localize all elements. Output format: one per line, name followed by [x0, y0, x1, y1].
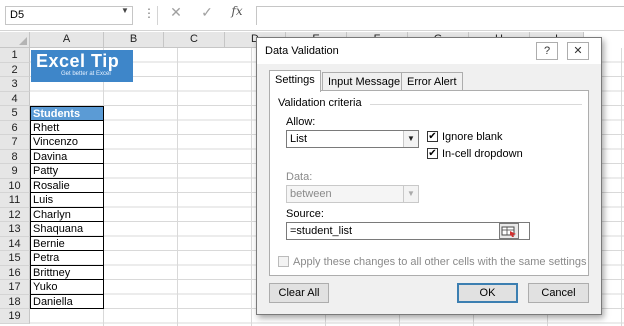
- excel-tip-logo: Excel Tip Get better at Excel: [31, 50, 133, 82]
- more-options-icon[interactable]: ⋮: [143, 6, 155, 20]
- chevron-down-icon[interactable]: ▼: [403, 131, 418, 147]
- data-label: Data:: [286, 171, 313, 183]
- ignore-blank-label[interactable]: Ignore blank: [442, 131, 503, 143]
- group-divider: [370, 104, 582, 105]
- row-header-5[interactable]: 5: [0, 106, 30, 121]
- in-cell-dropdown-label[interactable]: In-cell dropdown: [442, 148, 523, 160]
- ignore-blank-checkbox[interactable]: ✔: [427, 131, 438, 142]
- row-header-1[interactable]: 1: [0, 48, 30, 63]
- help-button[interactable]: ?: [536, 42, 558, 60]
- student-name-cell[interactable]: Bernie: [30, 236, 104, 251]
- dialog-title: Data Validation: [265, 45, 339, 57]
- row-header-3[interactable]: 3: [0, 77, 30, 92]
- formula-bar: D5 ▼ ⋮ ✕ ✓ fx: [0, 0, 624, 31]
- student-name-cell[interactable]: Daniella: [30, 294, 104, 309]
- name-box-dropdown-icon[interactable]: ▼: [121, 6, 129, 15]
- dialog-titlebar[interactable]: Data Validation ? ✕: [257, 38, 601, 64]
- formula-input[interactable]: [256, 6, 624, 25]
- student-name-cell[interactable]: Vincenzo: [30, 135, 104, 150]
- student-name-cell[interactable]: Shaquana: [30, 222, 104, 237]
- student-name-cell[interactable]: Yuko: [30, 280, 104, 295]
- select-all-icon: [19, 37, 27, 45]
- row-header-12[interactable]: 12: [0, 207, 30, 222]
- allow-label: Allow:: [286, 116, 316, 128]
- apply-all-checkbox: [278, 256, 289, 267]
- logo-tagline: Get better at Excel: [61, 71, 111, 77]
- tab-error-alert[interactable]: Error Alert: [401, 72, 463, 91]
- confirm-entry-icon[interactable]: ✓: [196, 4, 218, 24]
- student-name-cell[interactable]: Rosalie: [30, 178, 104, 193]
- student-name-cell[interactable]: Charlyn: [30, 207, 104, 222]
- in-cell-dropdown-checkbox[interactable]: ✔: [427, 148, 438, 159]
- tab-settings[interactable]: Settings: [269, 70, 321, 92]
- row-header-13[interactable]: 13: [0, 222, 30, 237]
- divider: [157, 6, 158, 25]
- cancel-entry-icon[interactable]: ✕: [165, 4, 187, 24]
- row-header-11[interactable]: 11: [0, 193, 30, 208]
- name-box[interactable]: D5: [5, 6, 133, 25]
- row-header-17[interactable]: 17: [0, 280, 30, 295]
- row-header-15[interactable]: 15: [0, 251, 30, 266]
- column-header-a[interactable]: A: [30, 32, 104, 48]
- data-value: between: [290, 188, 332, 200]
- allow-select[interactable]: List ▼: [286, 130, 419, 148]
- student-name-cell[interactable]: Patty: [30, 164, 104, 179]
- chevron-down-icon: ▼: [403, 186, 418, 202]
- row-header-14[interactable]: 14: [0, 236, 30, 251]
- insert-function-icon[interactable]: fx: [226, 4, 248, 24]
- allow-value: List: [290, 133, 308, 145]
- row-header-4[interactable]: 4: [0, 91, 30, 106]
- ok-button[interactable]: OK: [457, 283, 518, 303]
- cancel-button[interactable]: Cancel: [528, 283, 589, 303]
- apply-all-label: Apply these changes to all other cells w…: [293, 256, 587, 268]
- column-header-c[interactable]: C: [164, 32, 225, 48]
- students-header-cell[interactable]: Students: [30, 106, 104, 121]
- range-selector-icon: [501, 226, 516, 237]
- row-header-10[interactable]: 10: [0, 178, 30, 193]
- row-header-6[interactable]: 6: [0, 120, 30, 135]
- validation-criteria-label: Validation criteria: [278, 97, 362, 109]
- data-validation-dialog: Data Validation ? ✕ Settings Input Messa…: [256, 37, 602, 315]
- row-header-7[interactable]: 7: [0, 135, 30, 150]
- row-header-18[interactable]: 18: [0, 294, 30, 309]
- student-name-cell[interactable]: Luis: [30, 193, 104, 208]
- student-name-cell[interactable]: Rhett: [30, 120, 104, 135]
- row-header-2[interactable]: 2: [0, 62, 30, 77]
- row-header-16[interactable]: 16: [0, 265, 30, 280]
- logo-brand: Excel Tip: [36, 51, 120, 71]
- student-name-cell[interactable]: Brittney: [30, 265, 104, 280]
- column-header-b[interactable]: B: [104, 32, 164, 48]
- clear-all-button[interactable]: Clear All: [269, 283, 329, 303]
- settings-panel: Validation criteria Allow: List ▼ ✔ Igno…: [269, 90, 589, 276]
- close-button[interactable]: ✕: [567, 42, 589, 60]
- data-select: between ▼: [286, 185, 419, 203]
- student-name-cell[interactable]: Davina: [30, 149, 104, 164]
- tab-input-message[interactable]: Input Message: [322, 72, 407, 91]
- row-header-19[interactable]: 19: [0, 309, 30, 324]
- row-header-9[interactable]: 9: [0, 164, 30, 179]
- row-header-8[interactable]: 8: [0, 149, 30, 164]
- range-selector-button[interactable]: [499, 223, 519, 239]
- select-all-corner[interactable]: [0, 32, 30, 48]
- source-label: Source:: [286, 208, 324, 220]
- source-input[interactable]: =student_list: [286, 222, 530, 240]
- student-name-cell[interactable]: Petra: [30, 251, 104, 266]
